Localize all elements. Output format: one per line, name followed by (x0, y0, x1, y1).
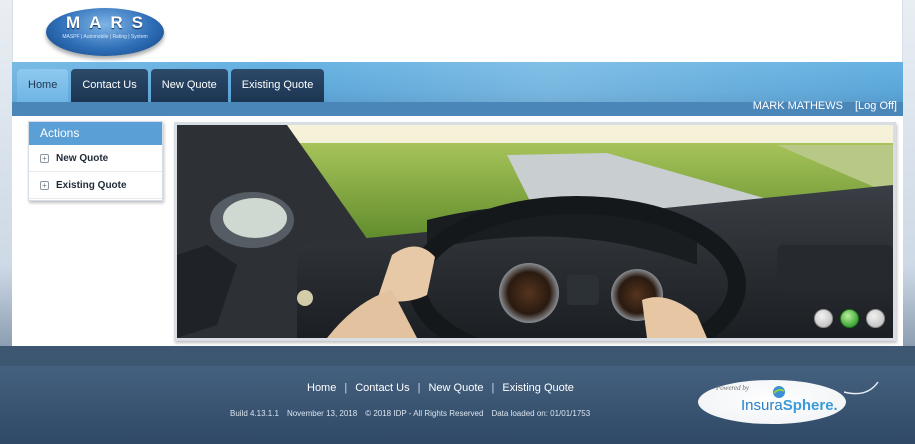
powered-by-logo[interactable]: Powered by InsuraSphere. (698, 380, 846, 424)
action-existing-quote-label: Existing Quote (56, 179, 127, 191)
logoff-link[interactable]: [Log Off] (855, 100, 897, 112)
build-info: Build 4.13.1.1 November 13, 2018 © 2018 … (230, 409, 590, 418)
car-driving-photo (177, 125, 893, 338)
actions-title: Actions (29, 122, 162, 145)
powered-by-text: Powered by (716, 384, 749, 392)
carousel-dot-1[interactable] (814, 309, 833, 328)
hero-carousel (174, 122, 896, 341)
content-card: Actions + New Quote + Existing Quote (18, 116, 897, 362)
brand-part-a: Insura (741, 397, 783, 414)
action-existing-quote[interactable]: + Existing Quote (29, 172, 162, 199)
swoosh-decoration (843, 381, 879, 395)
footer-link-new-quote[interactable]: New Quote (428, 382, 483, 394)
tab-new-quote[interactable]: New Quote (150, 69, 228, 102)
content-bottom-band (0, 346, 915, 366)
action-new-quote[interactable]: + New Quote (29, 145, 162, 172)
actions-panel: Actions + New Quote + Existing Quote (28, 121, 163, 201)
footer: Home | Contact Us | New Quote | Existing… (0, 366, 915, 444)
tab-home[interactable]: Home (17, 69, 69, 102)
tab-existing-quote[interactable]: Existing Quote (230, 69, 325, 102)
data-loaded: Data loaded on: 01/01/1753 (491, 409, 591, 418)
copyright: © 2018 IDP - All Rights Reserved (365, 409, 484, 418)
footer-link-home[interactable]: Home (307, 382, 336, 394)
footer-links: Home | Contact Us | New Quote | Existing… (307, 382, 574, 394)
footer-link-existing-quote[interactable]: Existing Quote (502, 382, 574, 394)
logo-title: MARS (65, 13, 153, 32)
carousel-dot-2[interactable] (840, 309, 859, 328)
header: MARS MASPF | Automobile | Rating | Syste… (12, 0, 903, 62)
build-number: Build 4.13.1.1 (230, 409, 279, 418)
footer-separator: | (344, 382, 348, 394)
plus-square-icon: + (40, 180, 49, 190)
plus-square-icon: + (40, 153, 49, 163)
brand-part-b: Sphere. (782, 397, 838, 414)
footer-link-contact-us[interactable]: Contact Us (355, 382, 409, 394)
build-date: November 13, 2018 (286, 409, 358, 418)
insurasphere-brand: InsuraSphere. (741, 397, 838, 414)
carousel-dots (814, 309, 885, 328)
carousel-dot-3[interactable] (866, 309, 885, 328)
logo-subtitle: MASPF | Automobile | Rating | System (62, 34, 148, 40)
user-name: MARK MATHEWS (752, 100, 843, 112)
tab-contact-us[interactable]: Contact Us (71, 69, 148, 102)
nav-bar: Home Contact Us New Quote Existing Quote… (12, 62, 903, 116)
tab-strip: Home Contact Us New Quote Existing Quote (17, 69, 325, 102)
footer-separator: | (417, 382, 421, 394)
footer-separator: | (491, 382, 495, 394)
mars-logo[interactable]: MARS MASPF | Automobile | Rating | Syste… (46, 8, 164, 56)
user-bar: MARK MATHEWS [Log Off] (753, 100, 897, 112)
content-area: Actions + New Quote + Existing Quote (12, 116, 903, 362)
action-new-quote-label: New Quote (56, 152, 109, 164)
